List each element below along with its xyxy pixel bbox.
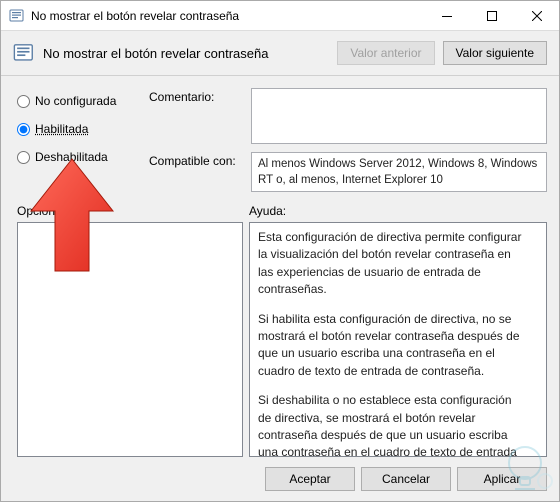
supported-textbox: Al menos Windows Server 2012, Windows 8,… (251, 152, 547, 192)
help-pane[interactable]: Esta configuración de directiva permite … (249, 222, 547, 457)
apply-button[interactable]: Aplicar (457, 467, 547, 491)
radio-enabled-input[interactable] (17, 123, 30, 136)
maximize-button[interactable] (469, 1, 514, 31)
radio-not-configured-input[interactable] (17, 95, 30, 108)
policy-editor-window: No mostrar el botón revelar contraseña N… (0, 0, 560, 502)
supported-row: Compatible con: Al menos Windows Server … (149, 152, 547, 192)
radio-enabled[interactable]: Habilitada (17, 122, 137, 136)
lower-panes: Esta configuración de directiva permite … (1, 222, 559, 457)
policy-title: No mostrar el botón revelar contraseña (43, 46, 329, 61)
help-label: Ayuda: (249, 204, 286, 218)
help-paragraph: Si deshabilita o no establece esta confi… (258, 392, 524, 457)
policy-icon (9, 8, 25, 24)
comment-row: Comentario: (149, 88, 547, 144)
radio-not-configured-label: No configurada (35, 94, 116, 108)
divider (1, 75, 559, 76)
options-label: Opciones: (17, 204, 249, 218)
radio-enabled-label: Habilitada (35, 122, 88, 136)
header-row: No mostrar el botón revelar contraseña V… (1, 31, 559, 75)
pane-labels: Opciones: Ayuda: (1, 202, 559, 222)
ok-button[interactable]: Aceptar (265, 467, 355, 491)
previous-setting-button[interactable]: Valor anterior (337, 41, 434, 65)
titlebar: No mostrar el botón revelar contraseña (1, 1, 559, 31)
window-title: No mostrar el botón revelar contraseña (31, 9, 424, 23)
dialog-footer: Aceptar Cancelar Aplicar (1, 457, 559, 501)
cancel-button[interactable]: Cancelar (361, 467, 451, 491)
comment-label: Comentario: (149, 88, 245, 144)
state-radios: No configurada Habilitada Deshabilitada (17, 88, 137, 196)
next-setting-button[interactable]: Valor siguiente (443, 41, 548, 65)
close-button[interactable] (514, 1, 559, 31)
radio-disabled-input[interactable] (17, 151, 30, 164)
radio-disabled[interactable]: Deshabilitada (17, 150, 137, 164)
help-paragraph: Esta configuración de directiva permite … (258, 229, 524, 299)
radio-not-configured[interactable]: No configurada (17, 94, 137, 108)
radio-disabled-label: Deshabilitada (35, 150, 108, 164)
policy-icon (13, 42, 35, 64)
comment-textarea[interactable] (251, 88, 547, 144)
minimize-button[interactable] (424, 1, 469, 31)
options-pane (17, 222, 243, 457)
supported-label: Compatible con: (149, 152, 245, 192)
help-paragraph: Si habilita esta configuración de direct… (258, 311, 524, 381)
config-area: No configurada Habilitada Deshabilitada … (1, 82, 559, 202)
